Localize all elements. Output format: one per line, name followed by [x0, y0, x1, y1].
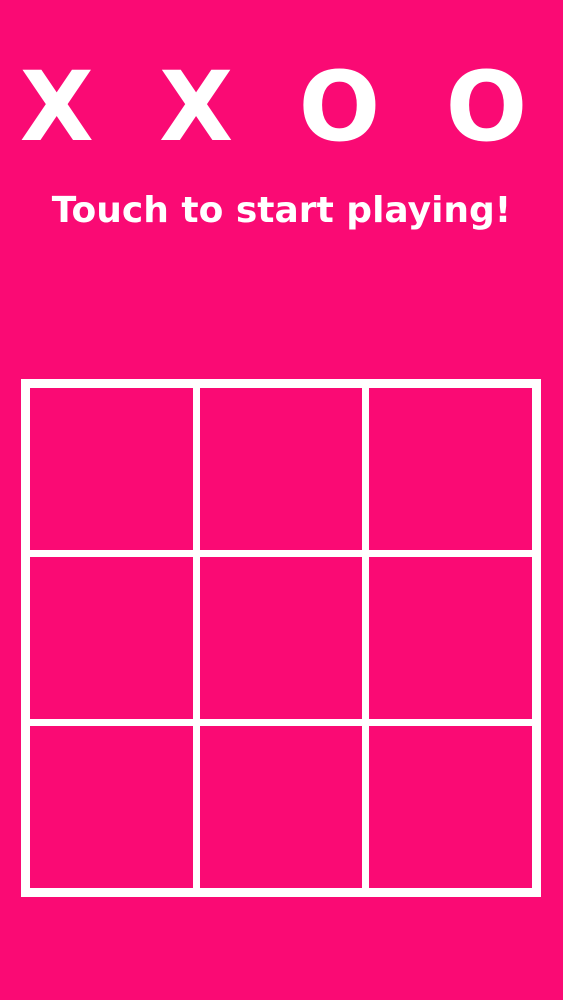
board-cell-2-3[interactable] [369, 557, 532, 719]
board-cell-1-3[interactable] [369, 388, 532, 550]
board-cell-3-1[interactable] [30, 726, 193, 888]
game-screen[interactable]: X X O O Touch to start playing! [0, 0, 563, 1000]
board-cell-2-1[interactable] [30, 557, 193, 719]
board-cell-3-2[interactable] [199, 726, 363, 888]
board-cell-3-3[interactable] [369, 726, 532, 888]
tic-tac-toe-board [21, 379, 541, 897]
game-title: X X O O [19, 51, 544, 163]
start-prompt[interactable]: Touch to start playing! [0, 186, 563, 236]
board-cell-1-1[interactable] [30, 388, 193, 550]
board-cell-1-2[interactable] [199, 388, 363, 550]
board-cell-2-2[interactable] [199, 557, 363, 719]
